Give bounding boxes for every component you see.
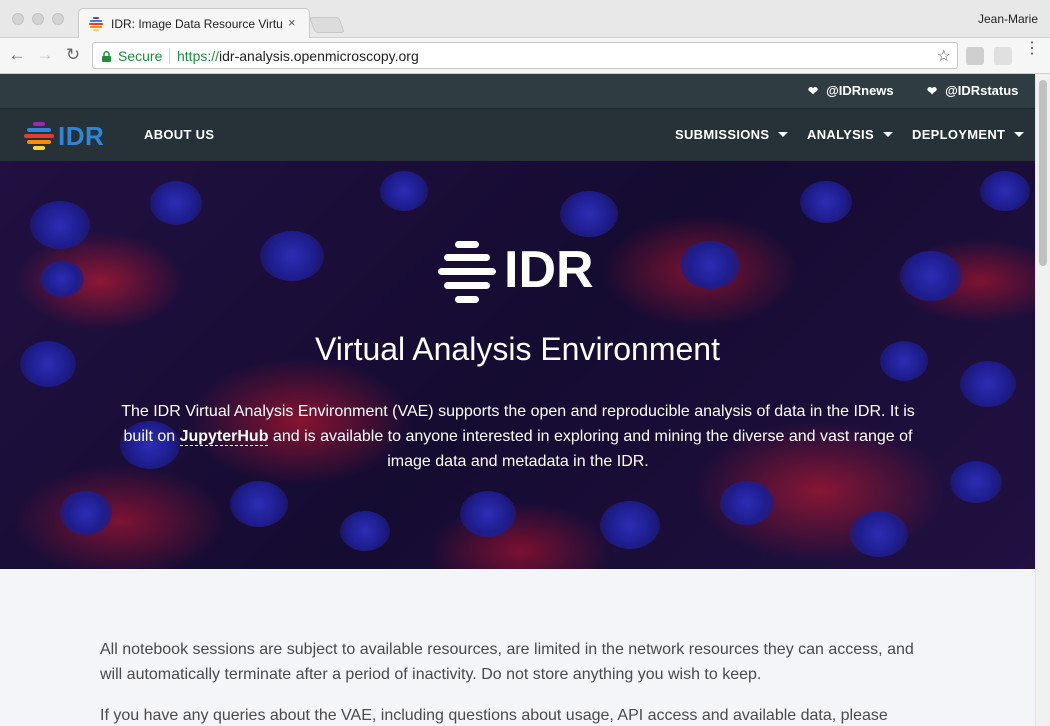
page-scrollbar[interactable] xyxy=(1035,74,1050,726)
browser-tab[interactable]: IDR: Image Data Resource Virtu × xyxy=(78,8,310,39)
idr-logo-icon xyxy=(438,241,496,303)
idr-favicon-icon xyxy=(89,17,103,31)
omnibox-divider xyxy=(169,48,170,64)
url-text[interactable]: https://idr-analysis.openmicroscopy.org xyxy=(177,48,419,64)
tab-close-icon[interactable]: × xyxy=(288,15,296,30)
new-tab-button[interactable] xyxy=(309,17,345,33)
nav-submissions[interactable]: SUBMISSIONS xyxy=(675,127,789,142)
idr-logo-icon xyxy=(24,122,54,150)
reload-icon[interactable]: ↻ xyxy=(63,45,83,65)
nav-analysis[interactable]: ANALYSIS xyxy=(807,127,893,142)
extension-icon[interactable] xyxy=(994,47,1012,65)
twitter-icon: ❤ xyxy=(808,84,819,98)
queries-paragraph: If you have any queries about the VAE, i… xyxy=(100,707,888,724)
social-bar: ❤ @IDRnews ❤ @IDRstatus xyxy=(0,74,1035,109)
minimize-window-button[interactable] xyxy=(32,13,44,25)
caret-down-icon xyxy=(1014,132,1025,137)
nav-about-us[interactable]: ABOUT US xyxy=(144,127,214,142)
caret-down-icon xyxy=(882,132,893,137)
hero-banner: IDR Virtual Analysis Environment The IDR… xyxy=(0,161,1035,569)
lock-icon xyxy=(102,51,111,62)
twitter-idrnews-link[interactable]: ❤ @IDRnews xyxy=(808,83,894,98)
extension-icon[interactable] xyxy=(966,47,984,65)
zoom-window-button[interactable] xyxy=(52,13,64,25)
resource-notice: All notebook sessions are subject to ava… xyxy=(100,641,914,683)
back-icon[interactable]: ← xyxy=(7,45,27,65)
twitter-link-label: @IDRstatus xyxy=(945,83,1019,98)
hero-idr-logo: IDR xyxy=(438,239,608,305)
address-bar[interactable]: Secure https://idr-analysis.openmicrosco… xyxy=(92,42,958,69)
idr-logo[interactable]: IDR xyxy=(24,120,114,152)
scrollbar-thumb[interactable] xyxy=(1039,80,1047,266)
jupyterhub-link[interactable]: JupyterHub xyxy=(179,428,269,446)
caret-down-icon xyxy=(778,132,789,137)
close-window-button[interactable] xyxy=(12,13,24,25)
nav-deployment-label: DEPLOYMENT xyxy=(912,127,1006,142)
browser-titlebar: IDR: Image Data Resource Virtu × Jean-Ma… xyxy=(0,0,1050,39)
main-content: All notebook sessions are subject to ava… xyxy=(100,637,930,726)
url-host: idr-analysis.openmicroscopy.org xyxy=(219,48,419,64)
hero-desc-text: and is available to anyone interested in… xyxy=(268,428,913,470)
twitter-icon: ❤ xyxy=(927,84,938,98)
profile-name[interactable]: Jean-Marie xyxy=(978,12,1038,26)
hero-description: The IDR Virtual Analysis Environment (VA… xyxy=(108,399,928,474)
url-scheme: https:// xyxy=(177,48,220,64)
menu-icon[interactable]: ⋮ xyxy=(1024,41,1040,57)
browser-toolbar: ← → ↻ Secure https://idr-analysis.openmi… xyxy=(0,38,1050,74)
secure-label: Secure xyxy=(118,48,163,64)
hero-logo-text: IDR xyxy=(504,241,594,299)
star-icon[interactable]: ☆ xyxy=(937,46,951,66)
webpage: ❤ @IDRnews ❤ @IDRstatus IDR ABOUT US SUBMI… xyxy=(0,74,1035,726)
main-navbar: IDR ABOUT US SUBMISSIONS ANALYSIS DEPLOY… xyxy=(0,109,1035,161)
logo-text: IDR xyxy=(58,121,105,151)
page-title: Virtual Analysis Environment xyxy=(315,331,720,367)
twitter-link-label: @IDRnews xyxy=(826,83,894,98)
nav-analysis-label: ANALYSIS xyxy=(807,127,874,142)
nav-deployment[interactable]: DEPLOYMENT xyxy=(912,127,1025,142)
nav-submissions-label: SUBMISSIONS xyxy=(675,127,770,142)
tab-title: IDR: Image Data Resource Virtu xyxy=(111,17,283,31)
forward-icon[interactable]: → xyxy=(35,45,55,65)
twitter-idrstatus-link[interactable]: ❤ @IDRstatus xyxy=(927,83,1018,98)
